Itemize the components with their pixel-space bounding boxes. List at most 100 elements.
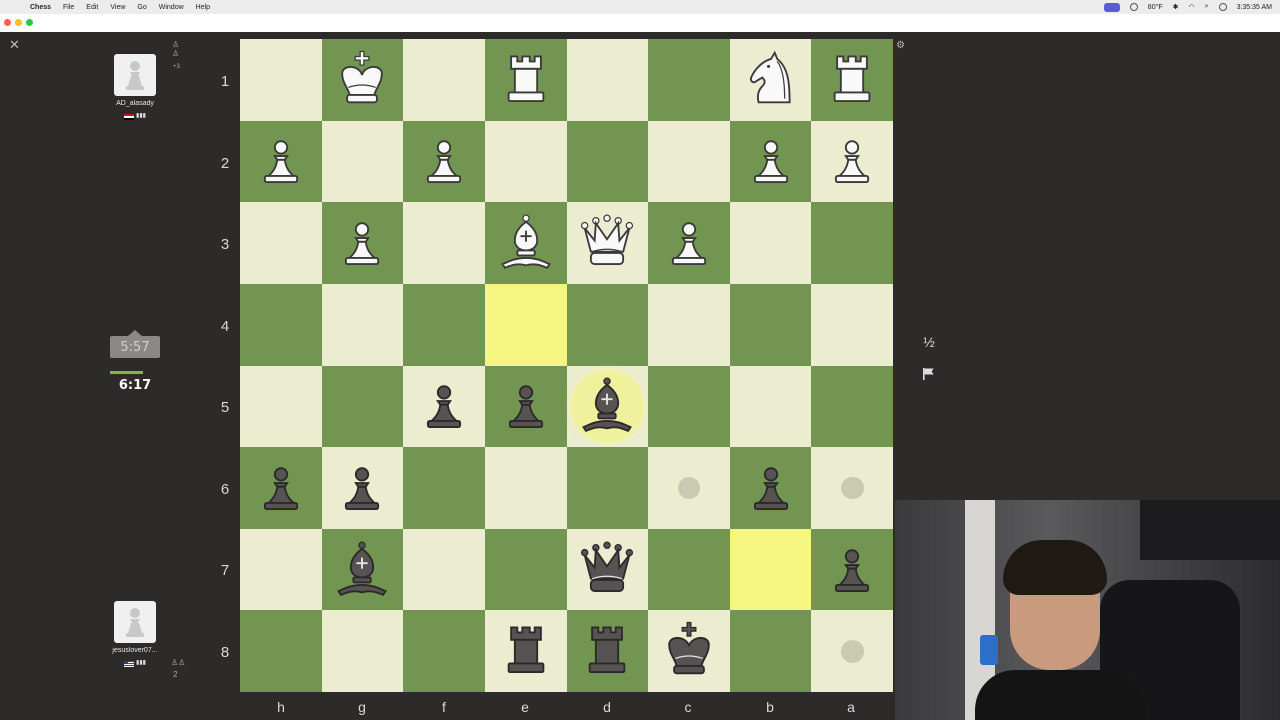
offer-draw-button[interactable]: ½ (916, 330, 942, 354)
square-b1[interactable] (729, 39, 812, 121)
white-rook-icon[interactable] (811, 39, 893, 121)
square-c8[interactable] (648, 610, 730, 692)
square-e6[interactable] (484, 447, 567, 529)
square-f4[interactable] (403, 283, 485, 366)
square-d1[interactable] (566, 39, 649, 121)
bluetooth-icon[interactable]: ✱ (1173, 3, 1179, 11)
move-hint-dot[interactable] (840, 476, 864, 500)
white-pawn-icon[interactable] (322, 202, 404, 284)
square-a5[interactable] (811, 365, 893, 448)
square-b7[interactable] (729, 528, 812, 611)
white-pawn-icon[interactable] (403, 121, 485, 203)
avatar[interactable] (114, 601, 156, 643)
square-e2[interactable] (484, 120, 567, 203)
white-king-icon[interactable] (322, 39, 404, 121)
square-h1[interactable] (240, 39, 322, 121)
square-c5[interactable] (648, 365, 730, 448)
square-c3[interactable] (648, 202, 730, 284)
minimize-window-button[interactable] (15, 19, 22, 26)
gear-icon[interactable]: ⚙ (896, 40, 905, 51)
square-c6[interactable] (648, 447, 730, 529)
fullscreen-window-button[interactable] (26, 19, 33, 26)
siri-icon[interactable] (1218, 3, 1227, 11)
black-bishop-icon[interactable] (322, 529, 404, 611)
player-name[interactable]: jesuslover07... (110, 647, 160, 654)
square-h8[interactable] (240, 610, 322, 692)
square-d3[interactable] (566, 202, 649, 284)
square-d4[interactable] (566, 283, 649, 366)
search-icon[interactable]: ⌕ (1205, 3, 1209, 11)
square-f8[interactable] (403, 610, 485, 692)
avatar[interactable] (114, 54, 156, 96)
white-bishop-icon[interactable] (485, 202, 567, 284)
control-icon[interactable] (1129, 3, 1138, 11)
square-b5[interactable] (729, 365, 812, 448)
square-h4[interactable] (240, 283, 322, 366)
menu-view[interactable]: View (110, 4, 125, 11)
square-b6[interactable] (729, 447, 812, 529)
player-name[interactable]: AD_alasady (110, 100, 160, 107)
move-hint-dot[interactable] (677, 476, 701, 500)
black-pawn-icon[interactable] (730, 447, 812, 529)
black-pawn-icon[interactable] (240, 447, 322, 529)
square-c7[interactable] (648, 528, 730, 611)
square-a3[interactable] (811, 202, 893, 284)
square-d2[interactable] (566, 120, 649, 203)
square-h2[interactable] (240, 120, 322, 203)
square-b2[interactable] (729, 120, 812, 203)
square-g7[interactable] (321, 528, 404, 611)
white-rook-icon[interactable] (485, 39, 567, 121)
square-g4[interactable] (321, 283, 404, 366)
resign-button[interactable] (916, 362, 942, 386)
square-b8[interactable] (729, 610, 812, 692)
white-pawn-icon[interactable] (730, 121, 812, 203)
player-card-self[interactable]: jesuslover07... ▮▮▮ (110, 601, 160, 672)
screen-record-icon[interactable] (1103, 2, 1120, 12)
square-a2[interactable] (811, 120, 893, 203)
menu-go[interactable]: Go (137, 4, 146, 11)
square-h3[interactable] (240, 202, 322, 284)
white-queen-icon[interactable] (567, 202, 649, 284)
square-d5[interactable] (566, 365, 649, 448)
move-hint-dot[interactable] (840, 639, 864, 663)
square-a7[interactable] (811, 528, 893, 611)
black-bishop-icon[interactable] (567, 366, 649, 448)
menu-edit[interactable]: Edit (86, 4, 98, 11)
square-a6[interactable] (811, 447, 893, 529)
square-f6[interactable] (403, 447, 485, 529)
square-g3[interactable] (321, 202, 404, 284)
chess-board[interactable] (240, 39, 893, 692)
weather-reading[interactable]: 80°F (1148, 4, 1163, 11)
square-f5[interactable] (403, 365, 485, 448)
square-e1[interactable] (484, 39, 567, 121)
black-pawn-icon[interactable] (485, 366, 567, 448)
square-a1[interactable] (811, 39, 893, 121)
square-h7[interactable] (240, 528, 322, 611)
square-e8[interactable] (484, 610, 567, 692)
square-h5[interactable] (240, 365, 322, 448)
square-d6[interactable] (566, 447, 649, 529)
menu-help[interactable]: Help (196, 4, 210, 11)
square-b3[interactable] (729, 202, 812, 284)
square-a8[interactable] (811, 610, 893, 692)
square-e5[interactable] (484, 365, 567, 448)
square-d7[interactable] (566, 528, 649, 611)
square-e3[interactable] (484, 202, 567, 284)
square-c4[interactable] (648, 283, 730, 366)
black-pawn-icon[interactable] (811, 529, 893, 611)
square-f2[interactable] (403, 120, 485, 203)
white-knight-icon[interactable] (730, 39, 812, 121)
black-king-icon[interactable] (648, 610, 730, 692)
square-d8[interactable] (566, 610, 649, 692)
black-rook-icon[interactable] (485, 610, 567, 692)
black-pawn-icon[interactable] (322, 447, 404, 529)
square-f7[interactable] (403, 528, 485, 611)
black-pawn-icon[interactable] (403, 366, 485, 448)
white-pawn-icon[interactable] (811, 121, 893, 203)
white-pawn-icon[interactable] (240, 121, 322, 203)
square-a4[interactable] (811, 283, 893, 366)
close-icon[interactable]: ✕ (9, 37, 20, 53)
black-queen-icon[interactable] (567, 529, 649, 611)
menu-window[interactable]: Window (159, 4, 184, 11)
close-window-button[interactable] (4, 19, 11, 26)
